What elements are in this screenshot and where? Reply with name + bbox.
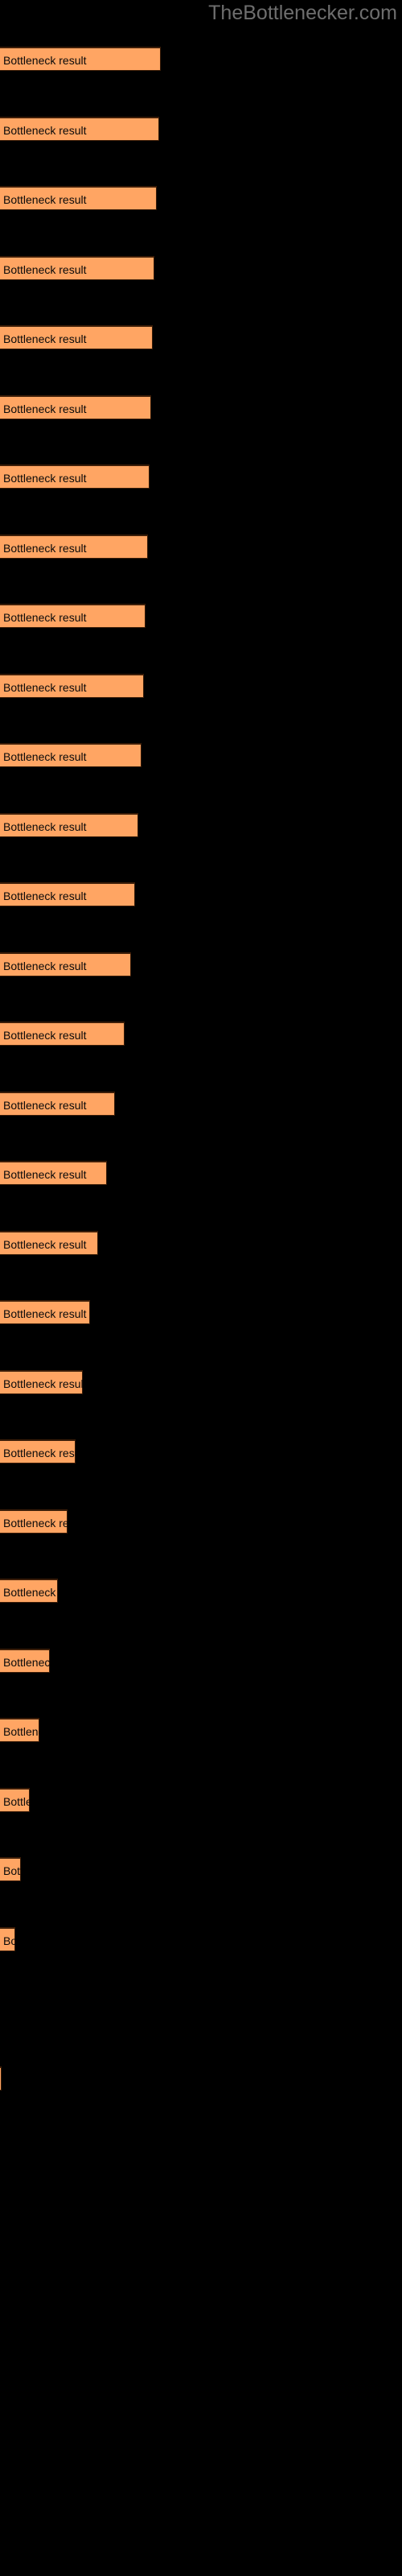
bar-segment: Bottleneck result [0, 2066, 2, 2091]
bar-label-clip: Bottleneck result [0, 2068, 2, 2092]
bar-label: Bottleneck result [3, 1586, 58, 1599]
bar-label: Bottleneck result [3, 1447, 76, 1459]
bar-label-clip: Bottleneck result [0, 1023, 125, 1047]
bar-label: Bottleneck result [3, 611, 87, 624]
bar-label: Bottleneck result [3, 819, 87, 833]
bar-label-clip: Bottleneck result [0, 605, 146, 630]
bar-label: Bottleneck result [3, 472, 87, 485]
bar-label-clip: Bottleneck result [0, 1372, 83, 1396]
bar-chart: TheBottlenecker.com Bottleneck result Bot… [0, 0, 402, 2576]
bar-segment: Bottleneck result [0, 743, 142, 767]
bar-label-clip: Bottleneck result [0, 397, 151, 421]
bar-label: Bottleneck result [3, 541, 87, 555]
bar-segment: Bottleneck result [0, 604, 146, 628]
bar-label-clip: Bottleneck result [0, 1790, 30, 1814]
bar-segment: Bottleneck result [0, 1579, 58, 1603]
bar-label-clip: Bottleneck result [0, 536, 148, 560]
bar-label: Bottleneck result [3, 1725, 39, 1738]
bar-label: Bottleneck result [3, 54, 87, 67]
bar-segment: Bottleneck result [0, 255, 154, 282]
bar-segment: Bottleneck result [0, 1648, 50, 1674]
bar-label: Bottleneck result [3, 1516, 68, 1530]
bar-label: Bottleneck result [3, 332, 87, 345]
bar-label-clip: Bottleneck result [0, 258, 154, 282]
bar-label: Bottleneck result [3, 1655, 50, 1669]
bar-segment: Bottleneck result [0, 1718, 39, 1742]
bar-segment: Bottleneck result [0, 186, 157, 210]
bar-segment: Bottleneck result [0, 534, 148, 560]
bar-segment: Bottleneck result [0, 47, 161, 71]
bar-segment: Bottleneck result [0, 1857, 21, 1881]
bar-segment: Bottleneck result [0, 673, 144, 700]
bar-label-clip: Bottleneck result [0, 1580, 58, 1604]
bar-label: Bottleneck result [3, 1237, 87, 1251]
bar-label-clip: Bottleneck result [0, 118, 159, 142]
bar-label-clip: Bottleneck result [0, 815, 138, 839]
bar-segment: Bottleneck result [0, 116, 159, 142]
bar-segment: Bottleneck result [0, 952, 131, 976]
bar-label: Bottleneck result [3, 1307, 87, 1320]
bar-label-clip: Bottleneck result [0, 1719, 39, 1744]
bar-segment: Bottleneck result [0, 1230, 98, 1257]
bar-segment: Bottleneck result [0, 882, 135, 906]
bar-label: Bottleneck result [3, 1168, 87, 1181]
bar-label: Bottleneck result [3, 959, 87, 972]
bar-label: Bottleneck result [3, 1029, 87, 1042]
bar-label-clip: Bottleneck result [0, 1162, 107, 1187]
bar-label: Bottleneck result [3, 890, 87, 902]
bar-segment: Bottleneck result [0, 1161, 107, 1185]
bar-label-clip: Bottleneck result [0, 48, 161, 72]
bar-label-clip: Bottleneck result [0, 327, 153, 351]
bar-segment: Bottleneck result [0, 1787, 30, 1814]
bar-label: Bottleneck result [3, 680, 87, 694]
bar-label-clip: Bottleneck result [0, 188, 157, 212]
bar-label: Bottleneck result [3, 1934, 15, 1947]
bar-segment: Bottleneck result [0, 1022, 125, 1046]
bar-segment: Bottleneck result [0, 1300, 90, 1324]
bar-label: Bottleneck result [3, 750, 87, 763]
bar-label: Bottleneck result [3, 1794, 30, 1808]
bar-segment: Bottleneck result [0, 1926, 15, 1953]
bars-layer: Bottleneck result Bottleneck result Bottle… [0, 0, 402, 2576]
bar-label-clip: Bottleneck result [0, 1302, 90, 1326]
bar-segment: Bottleneck result [0, 1369, 83, 1396]
bar-label: Bottleneck result [3, 402, 87, 415]
bar-label: Bottleneck result [3, 1377, 83, 1390]
bar-label-clip: Bottleneck result [0, 1511, 68, 1535]
bar-segment: Bottleneck result [0, 394, 151, 421]
bar-label-clip: Bottleneck result [0, 1232, 98, 1257]
bar-label-clip: Bottleneck result [0, 745, 142, 769]
bar-label-clip: Bottleneck result [0, 1650, 50, 1674]
bar-label-clip: Bottleneck result [0, 1859, 21, 1883]
bar-label-clip: Bottleneck result [0, 1929, 15, 1953]
bar-label: Bottleneck result [3, 262, 87, 276]
bar-label-clip: Bottleneck result [0, 884, 135, 908]
bar-segment: Bottleneck result [0, 1509, 68, 1534]
bar-label-clip: Bottleneck result [0, 1093, 115, 1117]
bar-label: Bottleneck result [3, 193, 87, 206]
bar-label: Bottleneck result [3, 1864, 21, 1877]
bar-segment: Bottleneck result [0, 325, 153, 349]
bar-label-clip: Bottleneck result [0, 954, 131, 978]
bar-segment: Bottleneck result [0, 1091, 115, 1117]
bar-label-clip: Bottleneck result [0, 1441, 76, 1465]
bar-label-clip: Bottleneck result [0, 675, 144, 700]
bar-segment: Bottleneck result [0, 1439, 76, 1463]
bar-label: Bottleneck result [3, 123, 87, 137]
bar-label: Bottleneck result [3, 1098, 87, 1112]
bar-segment: Bottleneck result [0, 812, 138, 839]
bar-label-clip: Bottleneck result [0, 466, 150, 490]
bar-segment: Bottleneck result [0, 464, 150, 489]
